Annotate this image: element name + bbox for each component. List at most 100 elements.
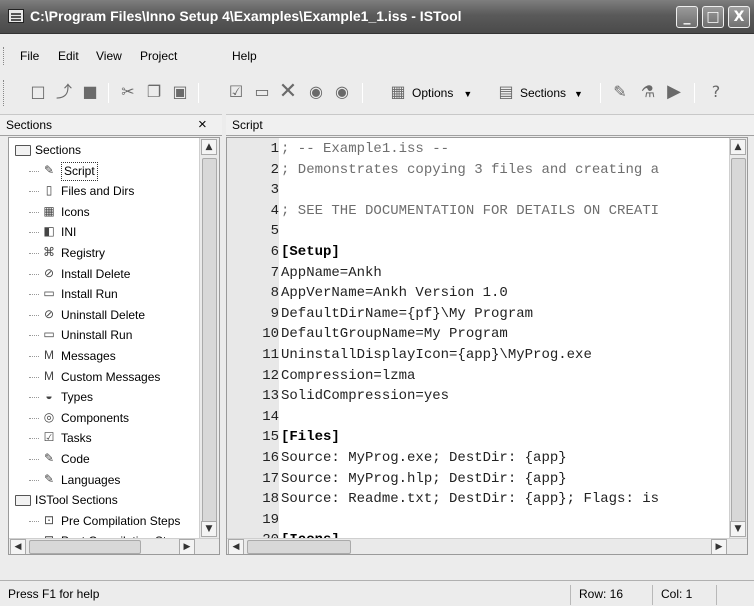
tree-item[interactable]: ⊘ Uninstall Delete bbox=[9, 305, 199, 325]
tree-item[interactable]: ▭ Install Run bbox=[9, 284, 199, 304]
menu-file[interactable]: File bbox=[20, 49, 39, 63]
code-line[interactable]: 7 AppName=Ankh bbox=[227, 263, 727, 284]
code-line[interactable]: 9 DefaultDirName={pf}\My Program bbox=[227, 304, 727, 325]
options-button[interactable]: Options ▼ bbox=[412, 82, 472, 104]
edit-icon[interactable]: ▭ bbox=[252, 82, 272, 102]
scroll-down-icon[interactable]: ▼ bbox=[201, 521, 217, 537]
sections-icon: ▤ bbox=[498, 82, 514, 101]
code-line[interactable]: 3 bbox=[227, 180, 727, 201]
scroll-left-icon[interactable]: ◀ bbox=[228, 539, 244, 554]
code-line[interactable]: 8 AppVerName=Ankh Version 1.0 bbox=[227, 283, 727, 304]
tree-item-label: Types bbox=[61, 390, 94, 405]
tree-item[interactable]: ✎ Languages bbox=[9, 470, 199, 490]
check-icon[interactable]: ☑ bbox=[226, 82, 246, 102]
compile-icon[interactable]: ✎ bbox=[610, 82, 630, 102]
paste-icon[interactable]: ▣ bbox=[170, 82, 190, 102]
pre-compile-icon: ⊡ bbox=[43, 512, 55, 527]
code-line[interactable]: 14 bbox=[227, 407, 727, 428]
copy-icon[interactable]: ❐ bbox=[144, 82, 164, 102]
maximize-button[interactable]: □ bbox=[702, 6, 724, 28]
code-line[interactable]: 5 bbox=[227, 221, 727, 242]
tree-connector bbox=[29, 397, 39, 399]
new-icon[interactable]: □ bbox=[28, 82, 48, 102]
tree-connector bbox=[29, 253, 39, 254]
tree-item[interactable]: Sections bbox=[9, 140, 199, 160]
move-down-icon[interactable]: ◉ bbox=[306, 82, 326, 102]
scroll-up-icon[interactable]: ▲ bbox=[730, 139, 746, 155]
code-line[interactable]: 13 SolidCompression=yes bbox=[227, 386, 727, 407]
tree-item[interactable]: ⌘ Registry bbox=[9, 243, 199, 263]
help-icon[interactable]: ? bbox=[706, 82, 726, 102]
tree-item[interactable]: ⊘ Install Delete bbox=[9, 264, 199, 284]
title-bar[interactable]: C:\Program Files\Inno Setup 4\Examples\E… bbox=[0, 0, 754, 34]
code-line[interactable]: 18 Source: Readme.txt; DestDir: {app}; Fl… bbox=[227, 489, 727, 510]
scroll-up-icon[interactable]: ▲ bbox=[201, 139, 217, 155]
tree-item[interactable]: M Messages bbox=[9, 346, 199, 366]
code-line[interactable]: 1; -- Example1.iss -- bbox=[227, 139, 727, 160]
tree-item[interactable]: ▯ Files and Dirs bbox=[9, 181, 199, 201]
code-line[interactable]: 10 DefaultGroupName=My Program bbox=[227, 324, 727, 345]
cut-icon[interactable]: ✂ bbox=[118, 82, 138, 102]
tree-item[interactable]: M Custom Messages bbox=[9, 367, 199, 387]
window-title: C:\Program Files\Inno Setup 4\Examples\E… bbox=[30, 8, 462, 24]
tree-item[interactable]: ◒ Types bbox=[9, 387, 199, 407]
scroll-left-icon[interactable]: ◀ bbox=[10, 539, 26, 554]
tree-item[interactable]: ISTool Sections bbox=[9, 490, 199, 510]
close-button[interactable]: X bbox=[728, 6, 750, 28]
scroll-down-icon[interactable]: ▼ bbox=[730, 521, 746, 537]
components-icon: ◎ bbox=[43, 409, 55, 424]
tree-vertical-scrollbar[interactable]: ▲ ▼ bbox=[199, 138, 219, 538]
sections-dropdown-icon[interactable]: ▼ bbox=[574, 89, 583, 99]
editor-vertical-scrollbar[interactable]: ▲ ▼ bbox=[729, 138, 747, 538]
tree-item[interactable]: ◎ Components bbox=[9, 408, 199, 428]
tree-item[interactable]: ▦ Icons bbox=[9, 202, 199, 222]
scroll-thumb[interactable] bbox=[731, 158, 746, 526]
wizard-icon[interactable]: ⚗ bbox=[638, 82, 658, 102]
tree-item[interactable]: ⊡ Pre Compilation Steps bbox=[9, 511, 199, 531]
code-line[interactable]: 2; Demonstrates copying 3 files and crea… bbox=[227, 160, 727, 181]
tasks-icon: ☑ bbox=[43, 430, 55, 445]
folder-open-icon bbox=[15, 495, 31, 507]
tree-item[interactable]: ▭ Uninstall Run bbox=[9, 325, 199, 345]
close-pane-icon[interactable]: × bbox=[198, 115, 207, 135]
menu-help[interactable]: Help bbox=[232, 49, 257, 63]
hscroll-thumb[interactable] bbox=[29, 540, 141, 554]
scroll-right-icon[interactable]: ▶ bbox=[179, 539, 195, 554]
sections-tree[interactable]: Sections ✎ Script ▯ Files and Dirs ▦ Icons ◧ INI… bbox=[8, 137, 220, 555]
code-line[interactable]: 4; SEE THE DOCUMENTATION FOR DETAILS ON … bbox=[227, 201, 727, 222]
code-text: AppName=Ankh bbox=[281, 264, 382, 281]
tree-horizontal-scrollbar[interactable]: ◀ ▶ bbox=[9, 538, 219, 554]
size-grip[interactable] bbox=[716, 585, 754, 605]
tree-item[interactable]: ✎ Script bbox=[9, 161, 199, 181]
tree-item-label: Install Run bbox=[61, 287, 118, 302]
hscroll-thumb[interactable] bbox=[247, 540, 351, 554]
delete-icon[interactable]: ✕ bbox=[278, 81, 298, 103]
code-line[interactable]: 15 [Files] bbox=[227, 427, 727, 448]
code-line[interactable]: 19 bbox=[227, 510, 727, 531]
code-text: [Files] bbox=[281, 429, 340, 446]
code-text: Compression=lzma bbox=[281, 367, 416, 384]
menu-edit[interactable]: Edit bbox=[58, 49, 79, 63]
code-line[interactable]: 16 Source: MyProg.exe; DestDir: {app} bbox=[227, 448, 727, 469]
menu-project[interactable]: Project bbox=[140, 49, 177, 63]
tree-item[interactable]: ✎ Code bbox=[9, 449, 199, 469]
save-icon[interactable]: ■ bbox=[80, 82, 100, 102]
tree-connector bbox=[29, 376, 39, 378]
scroll-thumb[interactable] bbox=[202, 158, 217, 526]
minimize-button[interactable]: _ bbox=[676, 6, 698, 28]
sections-button[interactable]: Sections ▼ bbox=[520, 82, 583, 104]
code-line[interactable]: 11 UninstallDisplayIcon={app}\MyProg.exe bbox=[227, 345, 727, 366]
menu-view[interactable]: View bbox=[96, 49, 122, 63]
editor-horizontal-scrollbar[interactable]: ◀ ▶ bbox=[227, 538, 747, 554]
move-up-icon[interactable]: ◉ bbox=[332, 82, 352, 102]
script-editor[interactable]: 1; -- Example1.iss -- 2; Demonstrates cop… bbox=[226, 137, 748, 555]
open-icon[interactable]: ⤴ bbox=[54, 82, 74, 102]
code-line[interactable]: 6 [Setup] bbox=[227, 242, 727, 263]
code-line[interactable]: 12 Compression=lzma bbox=[227, 366, 727, 387]
code-line[interactable]: 17 Source: MyProg.hlp; DestDir: {app} bbox=[227, 469, 727, 490]
run-icon[interactable]: ▶ bbox=[664, 82, 684, 102]
options-dropdown-icon[interactable]: ▼ bbox=[463, 89, 472, 99]
tree-item[interactable]: ☑ Tasks bbox=[9, 428, 199, 448]
tree-item[interactable]: ◧ INI bbox=[9, 222, 199, 242]
scroll-right-icon[interactable]: ▶ bbox=[711, 539, 727, 554]
